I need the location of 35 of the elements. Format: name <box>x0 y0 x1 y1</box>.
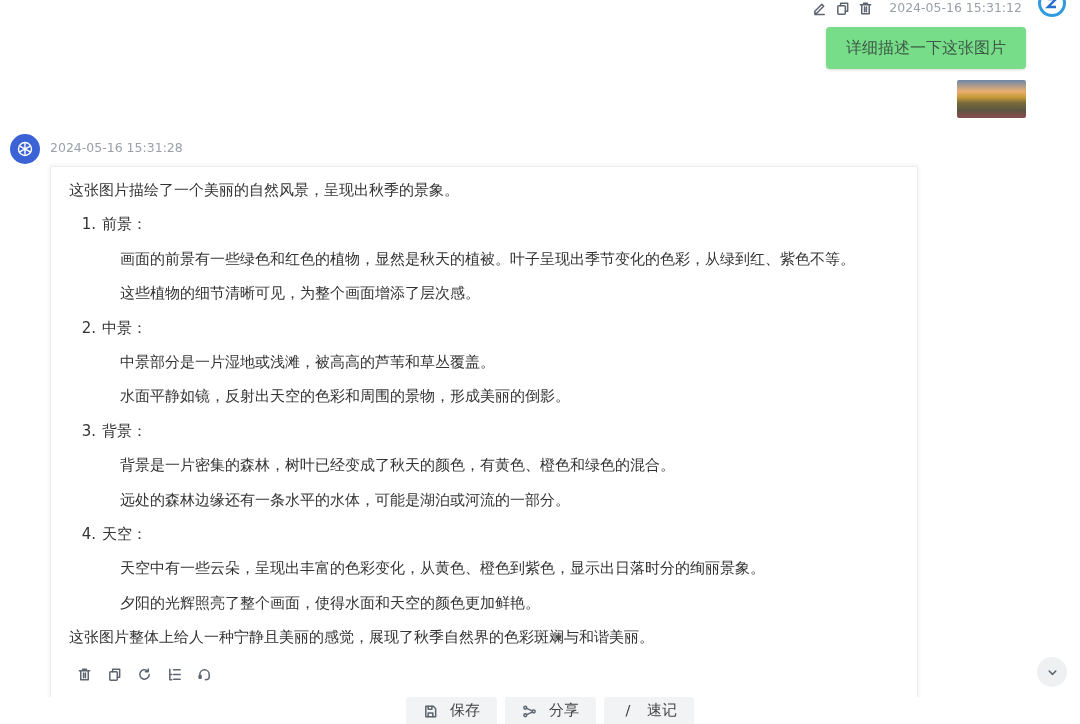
list-title: 天空： <box>102 525 147 544</box>
delete-icon[interactable] <box>858 0 874 16</box>
save-button[interactable]: 保存 <box>406 697 497 724</box>
share-button[interactable]: 分享 <box>505 697 596 724</box>
message-timestamp: 2024-05-16 15:31:12 <box>889 0 1022 17</box>
list-title: 背景： <box>102 421 147 440</box>
share-icon <box>522 703 537 719</box>
message-paragraph: 水面平静如镜，反射出天空的色彩和周围的景物，形成美丽的倒影。 <box>119 386 571 408</box>
list-number: 1. <box>80 214 96 236</box>
copy-icon[interactable] <box>107 666 122 682</box>
list-number: 4. <box>80 524 96 546</box>
message-paragraph: 夕阳的光辉照亮了整个画面，使得水面和天空的颜色更加鲜艳。 <box>119 592 541 614</box>
copy-icon[interactable] <box>835 0 851 16</box>
list-icon[interactable] <box>167 666 182 682</box>
message-paragraph: 背景是一片密集的森林，树叶已经变成了秋天的颜色，有黄色、橙色和绿色的混合。 <box>119 455 676 477</box>
message-paragraph: 这些植物的细节清晰可见，为整个画面增添了层次感。 <box>119 283 481 305</box>
message-bubble: 详细描述一下这张图片 <box>826 27 1026 69</box>
message-paragraph: 画面的前景有一些绿色和红色的植物，显然是秋天的植被。叶子呈现出季节变化的色彩，从绿到红、紫色不等。 <box>119 248 856 270</box>
list-number: 3. <box>80 420 96 442</box>
message-paragraph: 天空中有一些云朵，呈现出丰富的色彩变化，从黄色、橙色到紫色，显示出日落时分的绚丽景象。 <box>119 558 766 580</box>
save-icon <box>423 703 438 719</box>
delete-icon[interactable] <box>77 666 92 682</box>
assistant-avatar-icon <box>10 134 40 164</box>
message-paragraph: 这张图片描绘了一个美丽的自然风景，呈现出秋季的景象。 <box>69 180 460 201</box>
list-title: 前景： <box>102 215 147 234</box>
message-paragraph: 远处的森林边缘还有一条水平的水体，可能是湖泊或河流的一部分。 <box>119 489 571 511</box>
message-timestamp: 2024-05-16 15:31:28 <box>50 138 183 157</box>
shortcut-button[interactable]: / 速记 <box>604 697 694 724</box>
headset-icon[interactable] <box>197 666 212 682</box>
regenerate-icon[interactable] <box>137 666 152 682</box>
message-paragraph: 这张图片整体上给人一种宁静且美丽的感觉，展现了秋季自然界的色彩斑斓与和谐美丽。 <box>69 627 655 649</box>
list-title: 中景： <box>102 318 147 337</box>
photo-placeholder <box>957 80 1026 118</box>
list-number: 2. <box>80 317 96 339</box>
message-paragraph: 中景部分是一片湿地或浅滩，被高高的芦苇和草丛覆盖。 <box>119 352 496 374</box>
